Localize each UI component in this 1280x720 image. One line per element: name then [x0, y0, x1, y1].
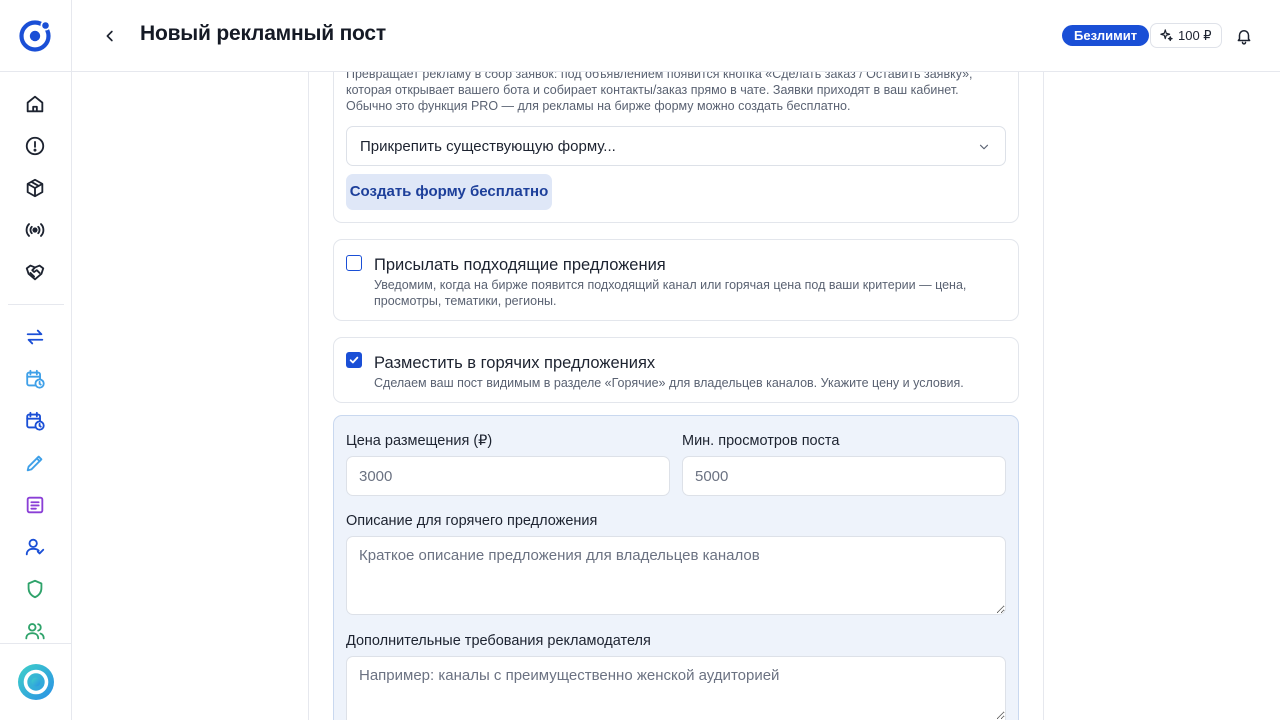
- advertiser-requirements-label: Дополнительные требования рекламодателя: [346, 633, 651, 649]
- price-label: Цена размещения (₽): [346, 433, 493, 449]
- advertiser-requirements-textarea[interactable]: [346, 656, 1006, 720]
- offers-checkbox[interactable]: [346, 255, 362, 271]
- notifications-button[interactable]: [1234, 25, 1254, 47]
- min-views-label: Мин. просмотров поста: [682, 433, 840, 449]
- chevron-left-icon: [106, 30, 113, 42]
- calendar-clock-icon[interactable]: [24, 368, 46, 390]
- app-logo-icon[interactable]: [18, 19, 52, 53]
- bell-icon: [1237, 30, 1251, 45]
- broadcast-icon[interactable]: [24, 219, 46, 241]
- sparkle-icon: [1160, 29, 1173, 42]
- back-button[interactable]: [100, 25, 120, 47]
- calendar-clock-icon[interactable]: [24, 410, 46, 432]
- handshake-icon[interactable]: [24, 261, 46, 283]
- lead-form-description: Превращает рекламу в сбор заявок: под об…: [346, 67, 973, 113]
- alert-circle-icon[interactable]: [24, 135, 46, 157]
- create-form-button[interactable]: Создать форму бесплатно: [346, 174, 552, 210]
- sidebar-divider: [0, 71, 72, 72]
- exchange-icon[interactable]: [24, 326, 46, 348]
- users-icon[interactable]: [24, 620, 46, 642]
- home-icon[interactable]: [24, 93, 46, 115]
- offer-description-label: Описание для горячего предложения: [346, 513, 598, 529]
- package-icon[interactable]: [24, 177, 46, 199]
- balance-button[interactable]: 100 ₽: [1150, 23, 1222, 48]
- top-header: Новый рекламный пост Безлимит 100 ₽: [72, 0, 1280, 72]
- hot-offers-checkbox[interactable]: [346, 352, 362, 368]
- sidebar-divider: [0, 643, 72, 644]
- form-select[interactable]: Прикрепить существующую форму...: [346, 126, 1006, 166]
- hot-option-description: Сделаем ваш пост видимым в разделе «Горя…: [374, 376, 964, 390]
- plan-badge[interactable]: Безлимит: [1062, 25, 1150, 46]
- document-icon[interactable]: [24, 494, 46, 516]
- price-input[interactable]: [346, 456, 670, 496]
- pencil-icon[interactable]: [24, 452, 46, 474]
- offers-option-title: Присылать подходящие предложения: [374, 256, 666, 274]
- shield-icon[interactable]: [24, 578, 46, 600]
- hot-option-title: Разместить в горячих предложениях: [374, 354, 656, 372]
- page-title: Новый рекламный пост: [140, 22, 386, 45]
- min-views-input[interactable]: [682, 456, 1006, 496]
- sidebar-divider: [8, 304, 64, 305]
- user-check-icon[interactable]: [24, 536, 46, 558]
- chevron-down-icon: [979, 144, 989, 150]
- offer-description-textarea[interactable]: [346, 536, 1006, 615]
- sidebar: [0, 0, 72, 720]
- offers-option-description: Уведомим, когда на бирже появится подход…: [374, 278, 967, 308]
- avatar[interactable]: [17, 663, 55, 701]
- check-icon: [349, 356, 359, 364]
- balance-amount: 100 ₽: [1178, 27, 1212, 43]
- form-select-value: Прикрепить существующую форму...: [360, 138, 616, 155]
